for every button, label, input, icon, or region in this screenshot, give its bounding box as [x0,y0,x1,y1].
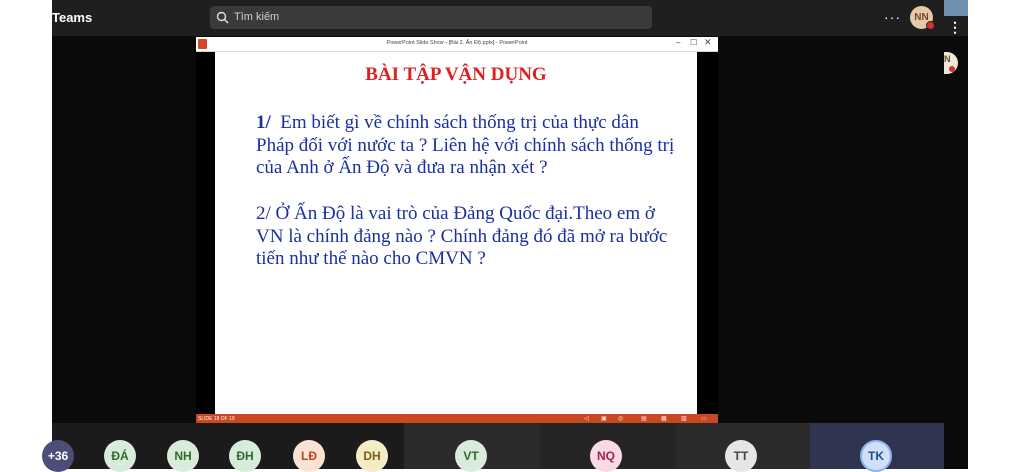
close-button[interactable]: ✕ [704,37,712,48]
question-1-text: Em biết gì về chính sách thống trị của t… [256,112,675,178]
ppt-window-title: PowerPoint Slide Show - [Bài 2. Ấn Độ.pp… [386,40,528,46]
side-avatar-initials: N [944,54,951,64]
side-status-dot-icon [949,66,955,72]
slide-question-2: 2/ Ở Ấn Độ là vai trò của Đảng Quốc đại.… [256,203,668,269]
participant-avatar-speaking[interactable]: TK [860,440,892,472]
maximize-button[interactable]: ☐ [690,38,697,47]
slide-question-1: 1/ Em biết gì về chính sách thống trị củ… [256,112,676,180]
slide-counter: SLIDE 18 OF 19 [198,416,235,422]
vertical-more-icon[interactable]: ⋮ [948,20,962,34]
participant-avatar[interactable]: ĐÁ [104,440,136,472]
ppt-statusbar: SLIDE 18 OF 19 ◁ ▣ ◎ ▤ ▦ ▥ ▭ [196,414,718,423]
side-panel-edge [944,0,968,16]
pointer-icon[interactable]: ▣ [601,415,607,422]
participant-avatar[interactable]: NH [167,440,199,472]
question-1-number: 1/ [256,112,271,133]
slide: BÀI TẬP VẬN DỤNG 1/ Em biết gì về chính … [215,52,697,414]
participant-avatar[interactable]: NQ [590,440,622,472]
reading-view-icon[interactable]: ▥ [681,415,687,422]
more-participants-badge[interactable]: +36 [42,440,74,472]
participant-avatar[interactable]: TT [725,440,757,472]
ppt-titlebar: PowerPoint Slide Show - [Bài 2. Ấn Độ.pp… [196,37,718,52]
participant-avatar[interactable]: ĐH [229,440,261,472]
participant-avatar[interactable]: VT [455,440,487,472]
previous-icon[interactable]: ◁ [584,415,589,422]
participants-strip: +36 ĐÁ NH ĐH LĐ DH VT NQ TT TK [42,423,944,472]
normal-view-icon[interactable]: ▤ [641,415,647,422]
participant-avatar[interactable]: DH [356,440,388,472]
status-dot-icon [926,21,935,30]
minimize-button[interactable]: – [676,38,680,47]
more-options-icon[interactable]: ··· [884,9,901,25]
participant-avatar[interactable]: LĐ [293,440,325,472]
slide-sorter-icon[interactable]: ▦ [661,415,667,422]
pen-icon[interactable]: ◎ [618,415,623,422]
search-input[interactable]: Tìm kiếm [210,6,652,29]
search-icon [216,11,229,24]
app-title: Teams [52,10,93,25]
search-placeholder: Tìm kiếm [234,11,280,23]
slide-title: BÀI TẬP VẬN DỤNG [365,64,547,85]
slideshow-icon[interactable]: ▭ [701,415,707,422]
